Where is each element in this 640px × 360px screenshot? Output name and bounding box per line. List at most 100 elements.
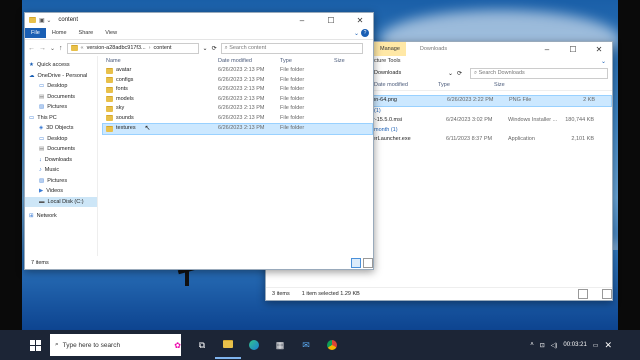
file-list: Name Date modified Type Size avatar 6/26/…	[98, 56, 373, 135]
details-view-icon[interactable]	[578, 289, 588, 299]
breadcrumb-item[interactable]: content	[153, 44, 171, 53]
folder-icon	[29, 17, 36, 23]
folder-row[interactable]: configs 6/26/2023 2:13 PM File folder	[102, 76, 373, 86]
file-explorer-taskbar-icon[interactable]	[215, 331, 241, 359]
folder-row[interactable]: models 6/26/2023 2:13 PM File folder	[102, 95, 373, 105]
nav-desktop[interactable]: ▭ Desktop	[25, 81, 97, 92]
screen-frame-right	[618, 0, 640, 330]
task-view-icon[interactable]: ⧉	[189, 332, 215, 358]
manage-tab[interactable]: Manage	[374, 42, 406, 56]
nav-pictures[interactable]: ▨ Pictures	[25, 102, 97, 113]
folder-row[interactable]: textures ↖ 6/26/2023 2:13 PM File folder	[102, 123, 373, 135]
refresh-icon[interactable]: ⟳	[212, 45, 217, 52]
minimize-button[interactable]: –	[289, 13, 315, 27]
back-arrow-icon[interactable]: ←	[28, 45, 35, 52]
nav-documents[interactable]: ▤ Documents	[25, 144, 97, 155]
tab-share[interactable]: Share	[73, 28, 100, 38]
breadcrumb[interactable]: Downloads	[374, 70, 401, 76]
breadcrumb-item[interactable]: version-a28adbc917f3...	[87, 44, 146, 53]
search-icon: ⌕	[55, 341, 59, 348]
refresh-icon[interactable]: ⟳	[457, 70, 462, 77]
chevron-down-icon[interactable]: ⌄	[50, 45, 55, 52]
mail-icon[interactable]: ✉	[293, 332, 319, 358]
tab-file[interactable]: File	[25, 28, 46, 38]
folder-icon	[106, 125, 113, 132]
search-input[interactable]: ⌕ Search Downloads	[470, 67, 608, 79]
folder-icon	[70, 45, 78, 51]
up-arrow-icon[interactable]: ↑	[59, 45, 63, 52]
nav-videos[interactable]: ▶ Videos	[25, 186, 97, 197]
folder-icon	[106, 67, 113, 74]
nav-network[interactable]: ⊞ Network	[25, 211, 97, 222]
minimize-button[interactable]: –	[534, 42, 560, 56]
tab-view[interactable]: View	[99, 28, 123, 38]
volume-icon[interactable]: ◁)	[551, 342, 558, 349]
address-bar[interactable]: « version-a28adbc917f3... › content	[66, 42, 199, 54]
nav-music[interactable]: ♪ Music	[25, 165, 97, 176]
folder-row[interactable]: fonts 6/26/2023 2:13 PM File folder	[102, 85, 373, 95]
column-header-date[interactable]: Date modified	[218, 56, 280, 66]
search-input[interactable]: ⌕ Search content	[220, 42, 363, 54]
pictures-icon: ▨	[39, 104, 45, 110]
star-icon: ★	[29, 62, 34, 68]
action-center-icon[interactable]: ▭	[593, 342, 599, 349]
music-icon: ♪	[39, 167, 42, 173]
forward-arrow-icon[interactable]: →	[39, 45, 46, 52]
nav-3d-objects[interactable]: ◈ 3D Objects	[25, 123, 97, 134]
help-icon[interactable]: ?	[361, 29, 369, 37]
folder-icon	[106, 77, 113, 84]
column-header-size[interactable]: Size	[334, 56, 364, 66]
status-selection: 1 item selected 1.29 KB	[301, 291, 360, 297]
column-header[interactable]: Date modified	[374, 80, 438, 90]
video-icon: ▶	[39, 188, 44, 194]
store-icon[interactable]: ▦	[267, 332, 293, 358]
column-header-type[interactable]: Type	[280, 56, 334, 66]
window-title: Downloads	[419, 46, 448, 52]
chevron-down-icon[interactable]: ⌄	[448, 70, 453, 77]
folder-row[interactable]: sky 6/26/2023 2:13 PM File folder	[102, 104, 373, 114]
quick-access-toolbar-icon[interactable]: ▣ ⌄	[39, 17, 51, 24]
maximize-button[interactable]: ☐	[560, 42, 586, 56]
taskbar-search-input[interactable]: ⌕ Type here to search ✿	[50, 334, 181, 356]
picture-tools-label: cture Tools	[374, 58, 401, 64]
start-button[interactable]	[22, 332, 48, 358]
status-item-count: 7 items	[31, 260, 49, 266]
nav-pictures[interactable]: ▨ Pictures	[25, 176, 97, 187]
folder-icon	[106, 86, 113, 93]
nav-documents[interactable]: ▤ Documents	[25, 92, 97, 103]
folder-icon	[106, 105, 113, 112]
details-view-icon[interactable]	[351, 258, 361, 268]
edge-browser-icon[interactable]	[241, 332, 267, 358]
folder-row[interactable]: avatar 6/26/2023 2:13 PM File folder	[102, 66, 373, 76]
chevron-down-icon[interactable]: ⌄	[354, 30, 359, 37]
maximize-button[interactable]: ☐	[318, 13, 344, 27]
tab-home[interactable]: Home	[46, 28, 73, 38]
close-icon[interactable]: ✕	[604, 340, 612, 351]
nav-this-pc[interactable]: ▭ This PC	[25, 113, 97, 124]
cube-icon: ◈	[39, 125, 44, 131]
folder-row[interactable]: sounds 6/26/2023 2:13 PM File folder	[102, 114, 373, 124]
navigation-pane: ★ Quick access ☁ OneDrive - Personal ▭ Desk…	[25, 56, 98, 256]
notification-chevron-icon[interactable]: ˄	[530, 342, 534, 348]
chrome-icon[interactable]	[319, 332, 345, 358]
clock[interactable]: 00:03:21	[563, 342, 586, 348]
nav-desktop[interactable]: ▭ Desktop	[25, 134, 97, 145]
taskbar: ⌕ Type here to search ✿ ⧉ ▦ ✉ ˄ ⊡ ◁) 00:…	[0, 330, 640, 360]
thumbnails-view-icon[interactable]	[602, 289, 612, 299]
chevron-down-icon[interactable]: ⌄	[601, 58, 606, 65]
chevron-down-icon[interactable]: ⌄	[203, 45, 208, 52]
nav-downloads[interactable]: ↓ Downloads	[25, 155, 97, 166]
close-button[interactable]: ✕	[347, 13, 373, 27]
content-window[interactable]: ▣ ⌄ content – ☐ ✕ File Home Share View ⌄…	[24, 12, 374, 270]
nav-onedrive[interactable]: ☁ OneDrive - Personal	[25, 71, 97, 82]
close-button[interactable]: ✕	[586, 42, 612, 56]
network-icon[interactable]: ⊡	[540, 342, 545, 349]
column-header-name[interactable]: Name	[106, 56, 218, 66]
column-header[interactable]: Type	[438, 80, 494, 90]
thumbnails-view-icon[interactable]	[363, 258, 373, 268]
screen-frame-left	[0, 0, 22, 330]
download-icon: ↓	[39, 156, 42, 163]
column-header[interactable]: Size	[494, 80, 544, 90]
nav-quick-access[interactable]: ★ Quick access	[25, 60, 97, 71]
nav-local-disk[interactable]: ▬ Local Disk (C:)	[25, 196, 97, 207]
